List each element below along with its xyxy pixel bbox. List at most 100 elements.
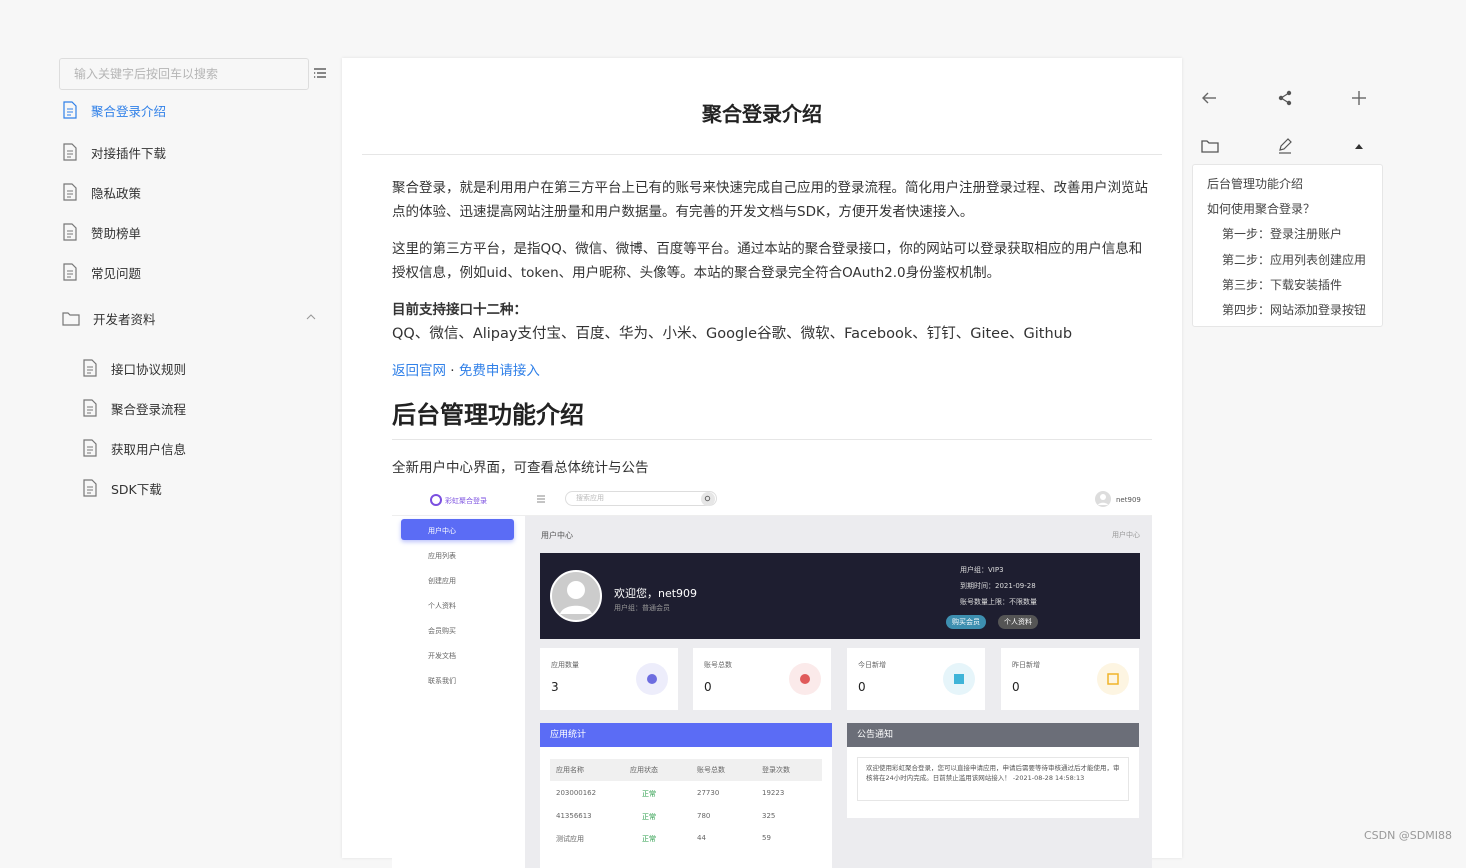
screenshot-menu-active xyxy=(401,519,514,540)
avatar xyxy=(550,570,602,622)
sidebar-item-plugin-download[interactable]: 对接插件下载 xyxy=(62,140,324,164)
notice-header: 公告通知 xyxy=(847,723,1139,747)
screenshot-info-line: 用户组：VIP3 xyxy=(960,566,1004,574)
screenshot-topbar: 彩虹聚合登录 搜索应用 net909 xyxy=(392,488,1152,516)
avatar xyxy=(1095,491,1111,507)
table-cell: 27730 xyxy=(697,789,720,797)
sidebar-folder-developer[interactable]: 开发者资料 xyxy=(62,306,324,330)
sidebar-subitem-flow[interactable]: 聚合登录流程 xyxy=(82,396,282,420)
screenshot-menu-item: 创建应用 xyxy=(428,577,456,585)
notice-panel: 公告通知 欢迎使用彩虹聚合登录，您可以直接申请应用，申请后需要等待审核通过后才能… xyxy=(847,723,1139,818)
document-icon xyxy=(83,399,97,417)
share-icon[interactable] xyxy=(1275,88,1295,108)
app-stats-header: 应用统计 xyxy=(540,723,832,747)
table-header-cell: 应用名称 xyxy=(556,766,584,774)
stat-value: 0 xyxy=(1012,680,1020,694)
table-cell: 325 xyxy=(762,812,776,820)
apply-link[interactable]: 免费申请接入 xyxy=(459,363,540,379)
paragraph: 聚合登录，就是利用用户在第三方平台上已有的账号来快速完成自己应用的登录流程。简化… xyxy=(392,180,1148,220)
sidebar: 聚合登录介绍 对接插件下载 隐私政策 赞助榜单 常见问题 开发者资料 接口协议规… xyxy=(0,0,330,851)
screenshot-breadcrumb: 用户中心 xyxy=(541,531,573,540)
outline-item[interactable]: 后台管理功能介绍 xyxy=(1207,175,1303,192)
sidebar-item-faq[interactable]: 常见问题 xyxy=(62,260,324,284)
apps-icon xyxy=(636,663,668,695)
sidebar-subitem-userinfo[interactable]: 获取用户信息 xyxy=(82,436,282,460)
sidebar-item-label: 聚合登录介绍 xyxy=(91,103,167,119)
sidebar-item-label: 获取用户信息 xyxy=(111,441,187,457)
outline-item[interactable]: 第一步：登录注册账户 xyxy=(1222,225,1342,242)
screenshot-search: 搜索应用 xyxy=(565,491,717,506)
screenshot-menu-item: 个人资料 xyxy=(428,602,456,610)
document-icon xyxy=(83,479,97,497)
stat-card: 昨日新增 0 xyxy=(1001,648,1139,710)
document-panel: 聚合登录介绍 聚合登录，就是利用用户在第三方平台上已有的账号来快速完成自己应用的… xyxy=(342,58,1182,868)
screenshot-info-line: 到期时间：2021-09-28 xyxy=(960,582,1036,590)
table-cell: 正常 xyxy=(642,790,656,798)
table-cell: 测试应用 xyxy=(556,835,584,843)
screenshot-username: net909 xyxy=(1116,496,1141,504)
screenshot-menu-item: 会员购买 xyxy=(428,627,456,635)
table-cell: 44 xyxy=(697,834,706,842)
stat-label: 今日新增 xyxy=(858,661,886,669)
caret-up-icon[interactable] xyxy=(1349,136,1369,156)
document-icon xyxy=(63,143,77,161)
list-toggle-icon[interactable] xyxy=(313,66,327,80)
document-icon xyxy=(63,223,77,241)
screenshot-buy-button: 购买会员 xyxy=(946,615,986,629)
stat-label: 账号总数 xyxy=(704,661,732,669)
table-cell: 203000162 xyxy=(556,789,597,797)
document-icon xyxy=(63,183,77,201)
calendar-plus-icon xyxy=(1097,663,1129,695)
sidebar-item-label: 聚合登录流程 xyxy=(111,401,187,417)
edit-icon[interactable] xyxy=(1275,136,1295,156)
stat-card: 应用数量 3 xyxy=(540,648,678,710)
sidebar-item-label: 常见问题 xyxy=(91,265,142,281)
screenshot-menu-item: 联系我们 xyxy=(428,677,456,685)
notice-text: 欢迎使用彩虹聚合登录，您可以直接申请应用，申请后需要等待审核通过后才能使用，审核… xyxy=(857,757,1129,801)
page-title: 聚合登录介绍 xyxy=(702,102,822,126)
table-cell: 59 xyxy=(762,834,771,842)
admin-screenshot: 彩虹聚合登录 搜索应用 net909 用户中心 应用列表 创建应用 个人资料 会… xyxy=(392,488,1152,868)
sidebar-subitem-sdk[interactable]: SDK下载 xyxy=(82,476,282,500)
plus-icon[interactable] xyxy=(1349,88,1369,108)
watermark-credit: CSDN @SDMI88 xyxy=(1363,829,1452,842)
menu-icon xyxy=(537,495,545,503)
sidebar-item-intro[interactable]: 聚合登录介绍 xyxy=(62,98,324,122)
document-icon xyxy=(63,101,77,119)
table-header-cell: 应用状态 xyxy=(630,766,658,774)
document-icon xyxy=(83,359,97,377)
divider xyxy=(362,154,1162,155)
document-icon xyxy=(83,439,97,457)
sidebar-folder-label: 开发者资料 xyxy=(93,311,156,327)
sidebar-item-privacy[interactable]: 隐私政策 xyxy=(62,180,324,204)
sidebar-item-label: 隐私政策 xyxy=(91,185,142,201)
table-cell: 正常 xyxy=(642,813,656,821)
folder-icon xyxy=(62,312,80,326)
document-body: 聚合登录，就是利用用户在第三方平台上已有的账号来快速完成自己应用的登录流程。简化… xyxy=(392,176,1152,493)
table-cell: 正常 xyxy=(642,835,656,843)
table-cell: 19223 xyxy=(762,789,785,797)
outline-item[interactable]: 第四步：网站添加登录按钮 xyxy=(1222,301,1366,318)
folder-icon[interactable] xyxy=(1200,136,1220,156)
outline-item[interactable]: 第三步：下载安装插件 xyxy=(1222,276,1342,293)
screenshot-user-group: 用户组：普通会员 xyxy=(614,604,670,612)
table-header-cell: 账号总数 xyxy=(697,766,725,774)
document-outline: 后台管理功能介绍 如何使用聚合登录？ 第一步：登录注册账户 第二步：应用列表创建… xyxy=(1192,164,1383,327)
stat-value: 3 xyxy=(551,680,559,694)
sidebar-item-sponsors[interactable]: 赞助榜单 xyxy=(62,220,324,244)
calendar-plus-icon xyxy=(943,663,975,695)
arrow-left-icon[interactable] xyxy=(1200,88,1220,108)
screenshot-sidebar: 用户中心 应用列表 创建应用 个人资料 会员购买 开发文档 联系我们 xyxy=(392,516,525,868)
sidebar-subitem-protocol[interactable]: 接口协议规则 xyxy=(82,356,282,380)
home-link[interactable]: 返回官网 xyxy=(392,363,446,379)
outline-item[interactable]: 如何使用聚合登录？ xyxy=(1207,200,1315,217)
table-cell: 41356613 xyxy=(556,812,592,820)
sidebar-item-label: 对接插件下载 xyxy=(91,145,167,161)
stat-label: 应用数量 xyxy=(551,661,579,669)
stat-label: 昨日新增 xyxy=(1012,661,1040,669)
sidebar-item-label: 赞助榜单 xyxy=(91,225,142,241)
outline-item[interactable]: 第二步：应用列表创建应用 xyxy=(1222,251,1366,268)
table-header-cell: 登录次数 xyxy=(762,766,790,774)
screenshot-main: 用户中心 用户中心 欢迎您，net909 用户组：普通会员 用户组：VIP3 到… xyxy=(525,516,1152,868)
search-input[interactable] xyxy=(59,58,309,90)
